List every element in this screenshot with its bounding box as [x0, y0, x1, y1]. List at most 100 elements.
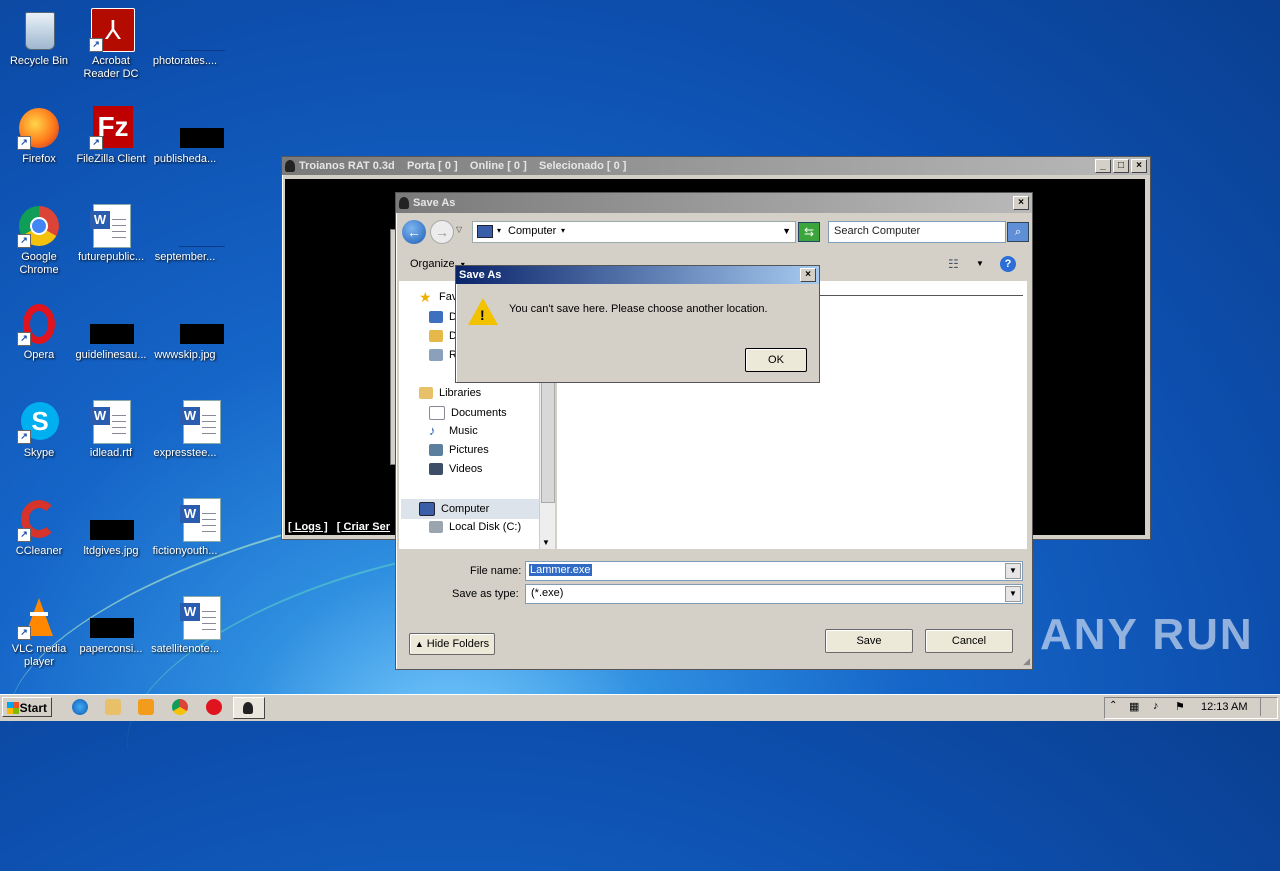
desktop-icon-ccleaner[interactable]: ↗ CCleaner: [0, 498, 78, 558]
nav-fav-item[interactable]: R: [429, 349, 457, 361]
chrome-icon[interactable]: [172, 699, 188, 715]
desktop-icon-photorates[interactable]: photorates....: [146, 8, 225, 68]
recent-places-icon: [429, 349, 443, 361]
show-hidden-icons[interactable]: ⌃: [1109, 700, 1117, 711]
desktop-icon-skype[interactable]: S ↗ Skype: [0, 400, 78, 460]
desktop-icon-ltdgives[interactable]: ltdgives.jpg: [72, 498, 150, 558]
close-button[interactable]: ×: [800, 268, 816, 282]
address-bar[interactable]: ▾ Computer ▾ ▼: [472, 221, 796, 243]
desktop-icon-label: photorates....: [152, 55, 218, 67]
rat-window-titlebar[interactable]: Troianos RAT 0.3d Porta [ 0 ] Online [ 0…: [282, 157, 1150, 175]
nav-computer[interactable]: Computer: [419, 502, 489, 516]
search-icon[interactable]: ⌕: [1007, 222, 1029, 242]
nav-libraries[interactable]: Libraries: [419, 387, 481, 399]
shortcut-arrow-icon: ↗: [17, 136, 31, 150]
desktop-icon-expresstee[interactable]: expresstee...: [146, 400, 224, 460]
logs-link[interactable]: [ Logs ]: [288, 521, 328, 533]
media-player-icon[interactable]: [138, 699, 154, 715]
save-as-titlebar[interactable]: Save As ×: [396, 193, 1032, 213]
close-button[interactable]: ×: [1131, 159, 1147, 173]
nav-music[interactable]: ♪ Music: [429, 423, 478, 438]
warning-exclamation: !: [480, 307, 485, 323]
desktop-icon-label: FileZilla Client: [76, 153, 146, 165]
desktop-icon-recycle-bin[interactable]: Recycle Bin: [0, 8, 78, 68]
desktop-icon-futurepublic[interactable]: futurepublic...: [72, 204, 150, 264]
desktop-icon-label: VLC media player: [11, 643, 67, 668]
system-tray: ⌃ ▦ ♪ ⚑ 12:13 AM: [1104, 697, 1278, 719]
volume-icon[interactable]: ♪: [1153, 700, 1159, 712]
desktop-icon-acrobat[interactable]: ⅄ ↗ Acrobat Reader DC: [72, 8, 150, 81]
ok-button[interactable]: OK: [745, 348, 807, 372]
hide-folders-button[interactable]: ▲ Hide Folders: [409, 633, 495, 655]
view-options-icon[interactable]: ☷: [948, 257, 966, 271]
save-type-select[interactable]: (*.exe) ▼: [525, 584, 1023, 604]
file-name-input[interactable]: Lammer.exe ▼: [525, 561, 1023, 581]
chevron-down-icon[interactable]: ▼: [976, 259, 984, 268]
internet-explorer-icon[interactable]: [72, 699, 88, 715]
pictures-icon: [429, 444, 443, 456]
desktop-icon-paperconsi[interactable]: paperconsi...: [72, 596, 150, 656]
ccleaner-icon: ↗: [17, 498, 61, 542]
criar-servidor-link[interactable]: [ Criar Ser: [337, 521, 390, 533]
start-button[interactable]: Start: [2, 697, 52, 717]
desktop-icon-publisheda[interactable]: publisheda...: [146, 106, 224, 166]
music-icon: ♪: [429, 423, 436, 438]
shortcut-arrow-icon: ↗: [17, 430, 31, 444]
history-dropdown-icon[interactable]: ▽: [456, 225, 462, 234]
desktop-icon-september[interactable]: september...: [146, 204, 225, 264]
save-button[interactable]: Save: [825, 629, 913, 653]
desktop-icon-opera[interactable]: ↗ Opera: [0, 302, 78, 362]
resize-grip-icon[interactable]: ◢: [1023, 656, 1030, 667]
nav-fav-item[interactable]: D: [429, 311, 457, 323]
nav-local-disk[interactable]: Local Disk (C:): [429, 521, 521, 533]
maximize-button[interactable]: □: [1113, 159, 1129, 173]
action-center-flag-icon[interactable]: ⚑: [1175, 700, 1185, 713]
image-file-icon: [89, 498, 134, 542]
desktop-icon-chrome[interactable]: ↗ Google Chrome: [0, 204, 78, 277]
scroll-down-icon[interactable]: ▼: [542, 538, 550, 547]
desktop-icon-satellitenote[interactable]: satellitenote...: [146, 596, 224, 656]
explorer-folder-icon[interactable]: [105, 699, 121, 715]
desktop-icon-vlc[interactable]: ↗ VLC media player: [0, 596, 78, 669]
computer-icon: [477, 225, 493, 238]
taskbar-rat-button[interactable]: [233, 697, 265, 719]
alert-title: Save As: [459, 269, 502, 281]
alert-titlebar[interactable]: Save As ×: [456, 266, 819, 284]
save-as-dialog[interactable]: Save As × ← → ▽ ▾ Computer ▾ ▼ ⇆ Search …: [395, 192, 1033, 670]
clock[interactable]: 12:13 AM: [1201, 701, 1247, 713]
desktop-icon-guidelinesau[interactable]: guidelinesau...: [72, 302, 150, 362]
chevron-up-icon: ▲: [414, 639, 424, 649]
nav-pictures[interactable]: Pictures: [429, 444, 489, 456]
nav-favorites[interactable]: ★ Fav: [419, 290, 457, 304]
cancel-button[interactable]: Cancel: [925, 629, 1013, 653]
minimize-button[interactable]: _: [1095, 159, 1111, 173]
refresh-icon[interactable]: ⇆: [798, 222, 820, 242]
desktop-icon-label: september...: [154, 251, 216, 263]
breadcrumb-arrow-icon: ▾: [497, 226, 502, 235]
chevron-down-icon[interactable]: ▼: [1005, 563, 1021, 579]
desktop-icon-firefox[interactable]: ↗ Firefox: [0, 106, 78, 166]
network-icon[interactable]: ▦: [1129, 700, 1139, 713]
desktop-icon-wwwskip[interactable]: wwwskip.jpg: [146, 302, 224, 362]
nav-videos[interactable]: Videos: [429, 463, 482, 475]
chevron-down-icon[interactable]: ▼: [1005, 586, 1021, 602]
opera-icon[interactable]: [206, 699, 222, 715]
alert-dialog[interactable]: Save As × ! You can't save here. Please …: [455, 265, 820, 383]
search-field[interactable]: Search Computer: [828, 221, 1006, 243]
nav-documents[interactable]: Documents: [429, 406, 507, 420]
nav-fav-item[interactable]: D: [429, 330, 457, 342]
show-desktop-button[interactable]: [1260, 698, 1275, 716]
image-file-icon: [89, 596, 134, 640]
downloads-icon: [429, 330, 443, 342]
forward-icon[interactable]: →: [430, 220, 454, 244]
desktop-icon-filezilla[interactable]: Fz ↗ FileZilla Client: [72, 106, 150, 166]
hard-drive-icon: [429, 521, 443, 533]
desktop-icon-idlead[interactable]: idlead.rtf: [72, 400, 150, 460]
desktop-icon-fictionyouth[interactable]: fictionyouth...: [146, 498, 224, 558]
image-file-icon: [163, 8, 225, 52]
close-button[interactable]: ×: [1013, 196, 1029, 210]
help-icon[interactable]: ?: [1000, 256, 1016, 272]
back-icon[interactable]: ←: [402, 220, 426, 244]
desktop-icon-label: Google Chrome: [19, 251, 59, 276]
address-dropdown-icon[interactable]: ▼: [782, 226, 791, 236]
